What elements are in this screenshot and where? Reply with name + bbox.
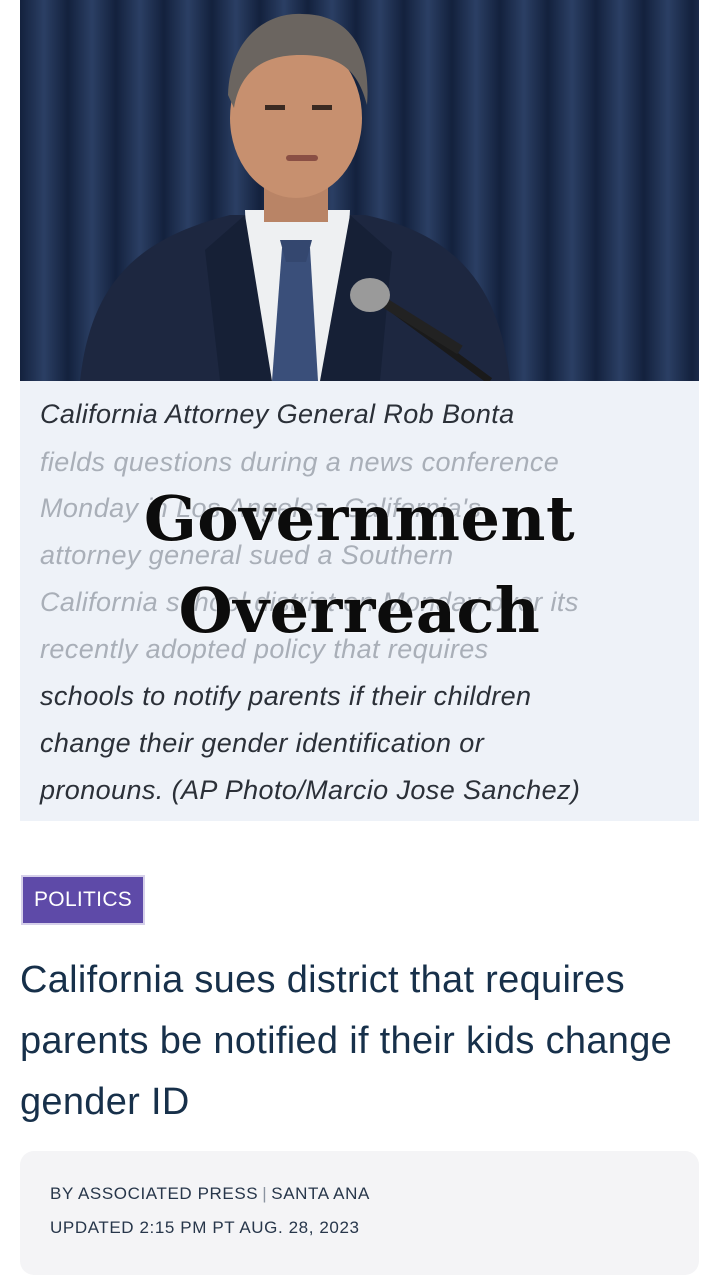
overlay-text-line: Government (143, 482, 576, 555)
category-tag[interactable]: POLITICS (21, 875, 146, 925)
byline-separator: | (262, 1184, 268, 1203)
caption-line: change their gender identification or (40, 728, 485, 758)
byline-location: SANTA ANA (271, 1184, 370, 1203)
article-headline: California sues district that requires p… (20, 959, 673, 1123)
caption-line: California Attorney General Rob Bonta (40, 399, 515, 429)
byline: BY ASSOCIATED PRESS | SANTA ANA (50, 1184, 370, 1204)
caption-line: schools to notify parents if their child… (40, 681, 532, 711)
overlay-text-line: Overreach (178, 574, 541, 647)
article-meta: BY ASSOCIATED PRESS | SANTA ANA UPDATED 2:… (20, 1151, 699, 1275)
updated-timestamp: UPDATED 2:15 PM PT AUG. 28, 2023 (50, 1218, 360, 1237)
byline-author[interactable]: BY ASSOCIATED PRESS (50, 1184, 258, 1203)
caption-line: fields questions during a news conferenc… (40, 447, 560, 477)
photo-illustration (20, 0, 699, 381)
article-photo[interactable] (20, 0, 699, 381)
caption-line: pronouns. (AP Photo/Marcio Jose Sanchez) (40, 775, 581, 805)
